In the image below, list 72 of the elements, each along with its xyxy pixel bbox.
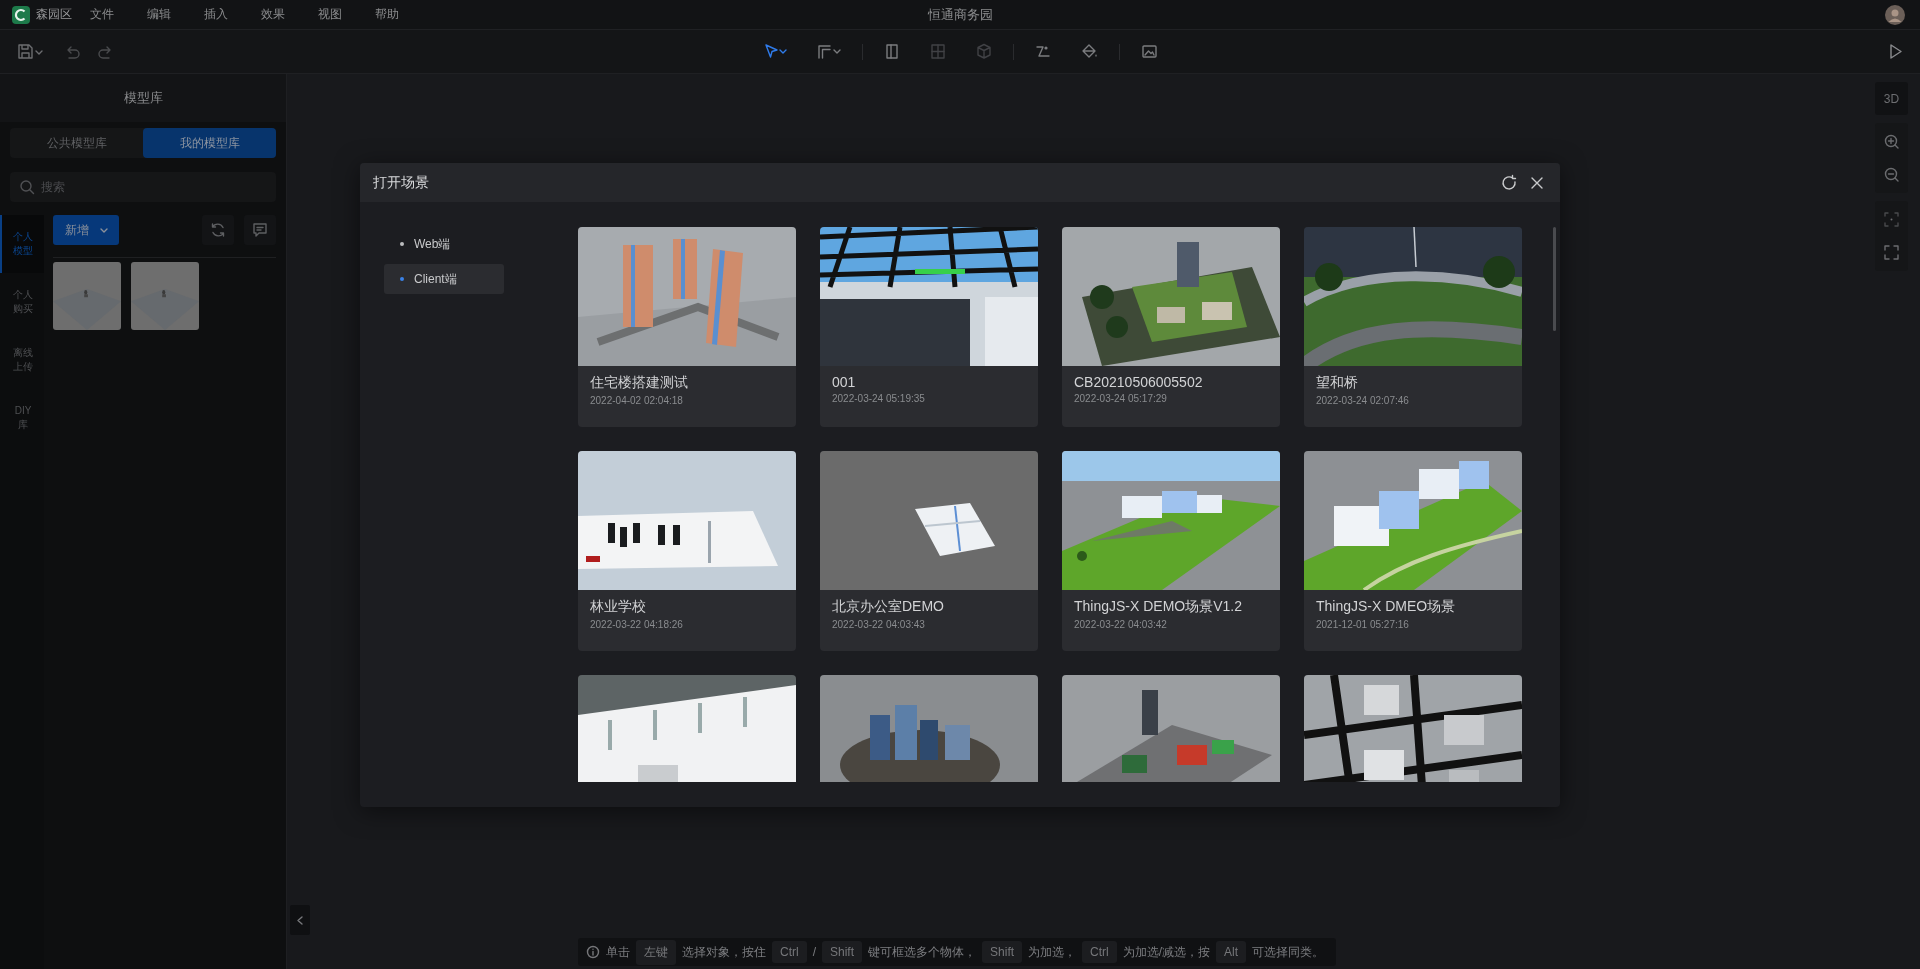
key-label: Ctrl: [772, 941, 807, 963]
menu-item[interactable]: 插入: [204, 4, 228, 25]
wall-icon: [815, 42, 842, 61]
scene-name: CB20210506005502: [1074, 374, 1204, 390]
hint-text: /: [812, 945, 816, 959]
comment-button[interactable]: [244, 215, 276, 245]
scene-card[interactable]: 001 2022-03-24 05:19:35: [820, 227, 1038, 427]
key-label: 左键: [636, 939, 676, 965]
scene-name: 林业学校: [590, 598, 647, 616]
scene-card[interactable]: 林业学校 2022-03-22 04:18:26: [578, 451, 796, 651]
scene-date: 2022-03-24 05:17:29: [1074, 393, 1168, 404]
menu-item[interactable]: 帮助: [375, 4, 399, 25]
hint-text: 键可框选多个物体，: [868, 943, 977, 961]
image-icon: [1139, 42, 1159, 61]
logo-icon: [12, 5, 30, 24]
scene-date: 2022-03-22 04:03:43: [832, 619, 926, 630]
refresh-icon: [1500, 173, 1518, 192]
dialog-title: 打开场景: [373, 173, 429, 192]
menu-item[interactable]: 视图: [318, 4, 342, 25]
comment-icon: [251, 221, 269, 239]
window-icon: [928, 42, 947, 61]
scene-date: 2022-03-24 05:19:35: [832, 393, 926, 404]
scene-name: 北京办公室DEMO: [832, 598, 945, 616]
scene-name: 001: [832, 374, 857, 390]
hint-text: 可选择同类。: [1252, 943, 1325, 961]
info-icon: [586, 945, 600, 959]
scene-name: ThingJS-X DEMO场景V1.2: [1074, 598, 1244, 616]
scene-card[interactable]: 住宅楼搭建测试 2022-04-02 02:04:18: [578, 227, 796, 427]
scene-date: 2022-03-22 04:18:26: [590, 619, 684, 630]
scene-date: 2022-04-02 02:04:18: [590, 395, 684, 406]
scene-card[interactable]: ThingJS-X DMEO场景 2021-12-01 05:27:16: [1304, 451, 1522, 651]
scene-date: 2022-03-22 04:03:42: [1074, 619, 1168, 630]
hint-text: 单击: [606, 943, 630, 961]
hint-text: 为加选，: [1028, 943, 1077, 961]
library-tab[interactable]: 公共模型库: [10, 128, 143, 158]
scene-card[interactable]: 望和桥 2022-03-24 02:07:46: [1304, 227, 1522, 427]
scene-name: 望和桥: [1316, 374, 1359, 392]
key-label: Shift: [822, 941, 863, 963]
scene-name: 住宅楼搭建测试: [590, 374, 689, 392]
key-label: Ctrl: [1082, 941, 1117, 963]
project-title: 恒通商务园: [927, 5, 993, 24]
collapse-button[interactable]: [290, 905, 310, 935]
save-icon[interactable]: [16, 42, 44, 61]
scene-date: 2022-03-24 02:07:46: [1316, 395, 1410, 406]
search-icon: [19, 179, 35, 195]
view-mode-button[interactable]: 3D: [1875, 82, 1908, 115]
menu-item[interactable]: 编辑: [147, 4, 171, 25]
panel-title: 模型库: [123, 89, 163, 107]
hint-text: 选择对象，按住: [682, 943, 766, 961]
menu-item[interactable]: 文件: [90, 4, 114, 25]
add-button[interactable]: 新增: [53, 215, 119, 245]
scene-card[interactable]: 北京办公室DEMO 2022-03-22 04:03:43: [820, 451, 1038, 651]
focus-icon: [1883, 211, 1900, 228]
key-label: Shift: [982, 941, 1023, 963]
scene-card[interactable]: ThingJS-X DEMO场景V1.2 2022-03-22 04:03:42: [1062, 451, 1280, 651]
scene-date: 2021-12-01 05:27:16: [1316, 619, 1410, 630]
source-item[interactable]: Client端: [384, 264, 504, 294]
refresh-icon: [209, 221, 227, 239]
library-tab[interactable]: 我的模型库: [143, 128, 276, 158]
scene-card[interactable]: CB20210506005502 2022-03-24 05:17:29: [1062, 227, 1280, 427]
app-name: 森园区: [36, 6, 72, 23]
scene-name: ThingJS-X DMEO场景: [1316, 598, 1457, 616]
zoom-out-icon: [1883, 166, 1900, 183]
avatar-icon[interactable]: [1885, 4, 1905, 25]
scrollbar[interactable]: [1553, 227, 1556, 331]
source-item[interactable]: Web端: [384, 229, 504, 259]
hint-text: 为加选/减选，按: [1122, 943, 1211, 961]
fullscreen-icon: [1883, 244, 1900, 261]
zoom-in-icon: [1883, 133, 1900, 150]
menu-item[interactable]: 效果: [261, 4, 285, 25]
cube-icon: [974, 42, 993, 61]
key-label: Alt: [1216, 941, 1247, 963]
